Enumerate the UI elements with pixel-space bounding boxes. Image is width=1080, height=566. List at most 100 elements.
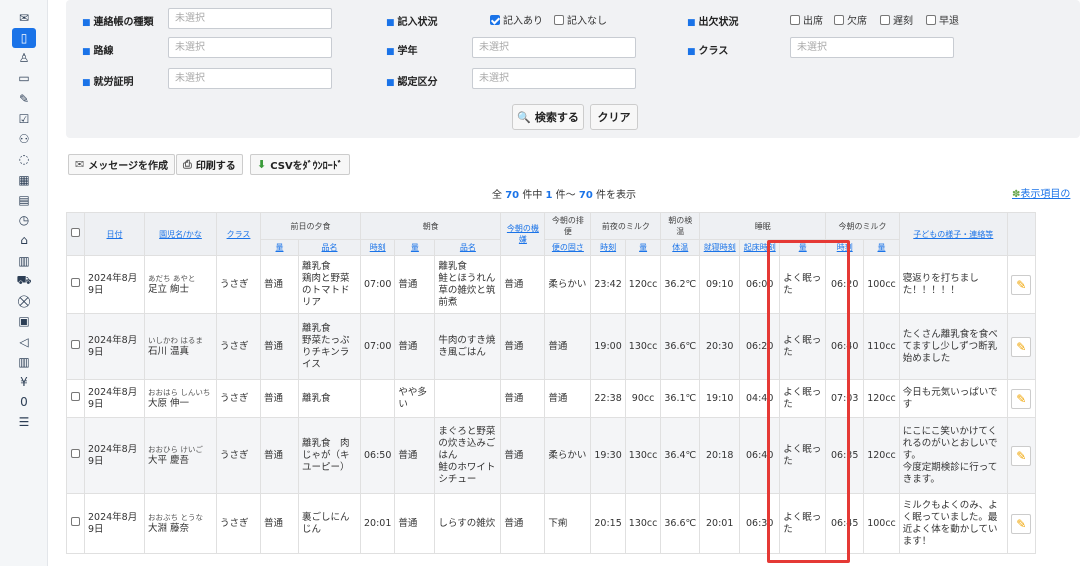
row-checkbox[interactable] <box>66 255 85 314</box>
children-icon[interactable]: ♙ <box>12 48 36 68</box>
list-icon[interactable]: ☰ <box>12 412 36 432</box>
header-bedtime[interactable]: 就寝時刻 <box>699 239 741 256</box>
table-body: 2024年8月9日 あだち あやと 足立 絢士 うさぎ 普通 離乳食 鶏肉と野菜のトマトド… <box>66 255 1036 554</box>
class-select[interactable]: 未選択 <box>790 37 954 58</box>
calendar-icon[interactable]: ▭ <box>12 68 36 88</box>
header-stool-state[interactable]: 便の固さ <box>544 239 592 256</box>
edit-pencil-icon[interactable]: ✎ <box>1011 388 1032 409</box>
header-dinner-amount[interactable]: 量 <box>260 239 299 256</box>
header-morning-milk-amount[interactable]: 量 <box>863 239 900 256</box>
attend-early-checkbox[interactable]: 早退 <box>926 12 959 27</box>
row-night-milk-time: 19:30 <box>590 417 626 494</box>
row-breakfast-time: 20:01 <box>359 493 396 554</box>
check-icon[interactable]: ☑ <box>12 109 36 129</box>
edit-pencil-icon[interactable]: ✎ <box>1011 513 1032 534</box>
row-child-name[interactable]: いしかわ はるま 石川 温真 <box>144 313 217 380</box>
header-date[interactable]: 日付 <box>84 212 145 256</box>
row-morning-milk-amount: 110cc <box>863 313 900 380</box>
clear-button[interactable]: クリア <box>590 104 638 130</box>
row-child-name[interactable]: おおひら けいご 大平 慶吾 <box>144 417 217 494</box>
header-breakfast-amount[interactable]: 量 <box>394 239 436 256</box>
entry-yes-checkbox[interactable]: 記入あり <box>490 12 543 27</box>
row-wake: 06:40 <box>739 417 781 494</box>
row-breakfast-amount: 普通 <box>394 313 436 380</box>
invoice-icon[interactable]: ▣ <box>12 311 36 331</box>
header-breakfast-time[interactable]: 時刻 <box>359 239 396 256</box>
family-icon[interactable]: ⚇ <box>12 129 36 149</box>
cart-icon[interactable]: ⛒ <box>12 291 36 311</box>
route-label: ■ 路線 <box>82 46 114 57</box>
work-cert-select[interactable]: 未選択 <box>168 68 332 89</box>
search-button[interactable]: 🔍 検索する <box>512 104 584 130</box>
display-items-link[interactable]: ✽表示項目の <box>1012 185 1070 200</box>
bus-icon[interactable]: ⛟ <box>12 271 36 291</box>
header-wake[interactable]: 起床時刻 <box>739 239 781 256</box>
yen-icon[interactable]: ¥ <box>12 372 36 392</box>
row-dinner-item: 離乳食 鶏肉と野菜のトマトドリア <box>298 255 361 314</box>
entry-no-checkbox[interactable]: 記入なし <box>554 12 607 27</box>
type-select[interactable]: 未選択 <box>168 8 332 29</box>
row-date: 2024年8月9日 <box>84 417 145 494</box>
header-class[interactable]: クラス <box>216 212 261 256</box>
row-stool: 柔らかい <box>544 417 592 494</box>
row-breakfast-amount: 普通 <box>394 417 436 494</box>
attend-present-checkbox[interactable]: 出席 <box>790 12 823 27</box>
row-night-milk-time: 23:42 <box>590 255 626 314</box>
row-dinner-item: 離乳食 野菜たっぷりチキンライス <box>298 313 361 380</box>
row-wake: 04:40 <box>739 379 781 418</box>
home-icon[interactable]: ⌂ <box>12 230 36 250</box>
clock-icon[interactable]: ◷ <box>12 210 36 230</box>
cert-select[interactable]: 未選択 <box>472 68 636 89</box>
edit-icon[interactable]: ✎ <box>12 89 36 109</box>
row-name: 石川 温真 <box>148 345 190 357</box>
printer-icon: ⎙ <box>183 157 192 171</box>
row-notes: 今日も元気いっぱいです <box>898 379 1008 418</box>
header-night-milk-time[interactable]: 時刻 <box>590 239 626 256</box>
result-count: 全 70 件中 1 件～ 70 件を表示 <box>492 190 636 201</box>
attend-late-checkbox[interactable]: 遅刻 <box>880 12 913 27</box>
mail-icon[interactable]: ✉ <box>12 8 36 28</box>
row-breakfast-item: まぐろと野菜の炊き込みごはん 鮭のホワイトシチュー <box>434 417 502 494</box>
edit-pencil-icon[interactable]: ✎ <box>1011 336 1032 357</box>
edit-pencil-icon[interactable]: ✎ <box>1011 274 1032 295</box>
row-edit-cell: ✎ <box>1006 493 1036 554</box>
header-name[interactable]: 園児名/かな <box>144 212 217 256</box>
calendar2-icon[interactable]: ▥ <box>12 251 36 271</box>
row-morning-milk-amount: 100cc <box>863 493 900 554</box>
building-icon[interactable]: ▥ <box>12 352 36 372</box>
print-button[interactable]: ⎙ 印刷する <box>176 154 243 175</box>
header-dinner-item[interactable]: 品名 <box>298 239 361 256</box>
header-body-temp[interactable]: 体温 <box>660 239 701 256</box>
header-breakfast-item[interactable]: 品名 <box>434 239 502 256</box>
grade-select[interactable]: 未選択 <box>472 37 636 58</box>
notebook-icon[interactable]: ▯ <box>12 28 36 48</box>
chat-icon[interactable]: ◌ <box>12 149 36 169</box>
header-night-milk: 前夜のミルク <box>590 212 662 240</box>
row-child-name[interactable]: あだち あやと 足立 絢士 <box>144 255 217 314</box>
create-message-button[interactable]: ✉ メッセージを作成 <box>68 154 176 175</box>
row-child-name[interactable]: おおぶち とうな 大淵 藤奈 <box>144 493 217 554</box>
select-all-cell[interactable] <box>66 212 85 256</box>
row-class: うさぎ <box>216 379 261 418</box>
header-morning-milk-time[interactable]: 時刻 <box>825 239 865 256</box>
header-mood[interactable]: 今朝の機嫌 <box>500 212 546 256</box>
row-checkbox[interactable] <box>66 493 85 554</box>
send-icon[interactable]: ◁ <box>12 332 36 352</box>
header-night-milk-amount[interactable]: 量 <box>624 239 662 256</box>
row-sleep-amount: よく眠った <box>779 417 827 494</box>
header-notes[interactable]: 子どもの様子・連絡等 <box>898 212 1008 256</box>
attend-absent-checkbox[interactable]: 欠席 <box>834 12 867 27</box>
header-breakfast: 朝食 <box>359 212 502 240</box>
header-sleep-amount[interactable]: 量 <box>779 239 827 256</box>
edit-pencil-icon[interactable]: ✎ <box>1011 445 1032 466</box>
row-child-name[interactable]: おおはら しんいち 大原 伸一 <box>144 379 217 418</box>
zero-icon[interactable]: 0 <box>12 392 36 412</box>
row-bedtime: 20:30 <box>699 313 741 380</box>
row-checkbox[interactable] <box>66 417 85 494</box>
csv-download-button[interactable]: ⬇ CSVをﾀﾞｳﾝﾛｰﾄﾞ <box>250 154 350 175</box>
document-icon[interactable]: ▤ <box>12 190 36 210</box>
route-select[interactable]: 未選択 <box>168 37 332 58</box>
grid-icon[interactable]: ▦ <box>12 170 36 190</box>
row-checkbox[interactable] <box>66 313 85 380</box>
row-checkbox[interactable] <box>66 379 85 418</box>
